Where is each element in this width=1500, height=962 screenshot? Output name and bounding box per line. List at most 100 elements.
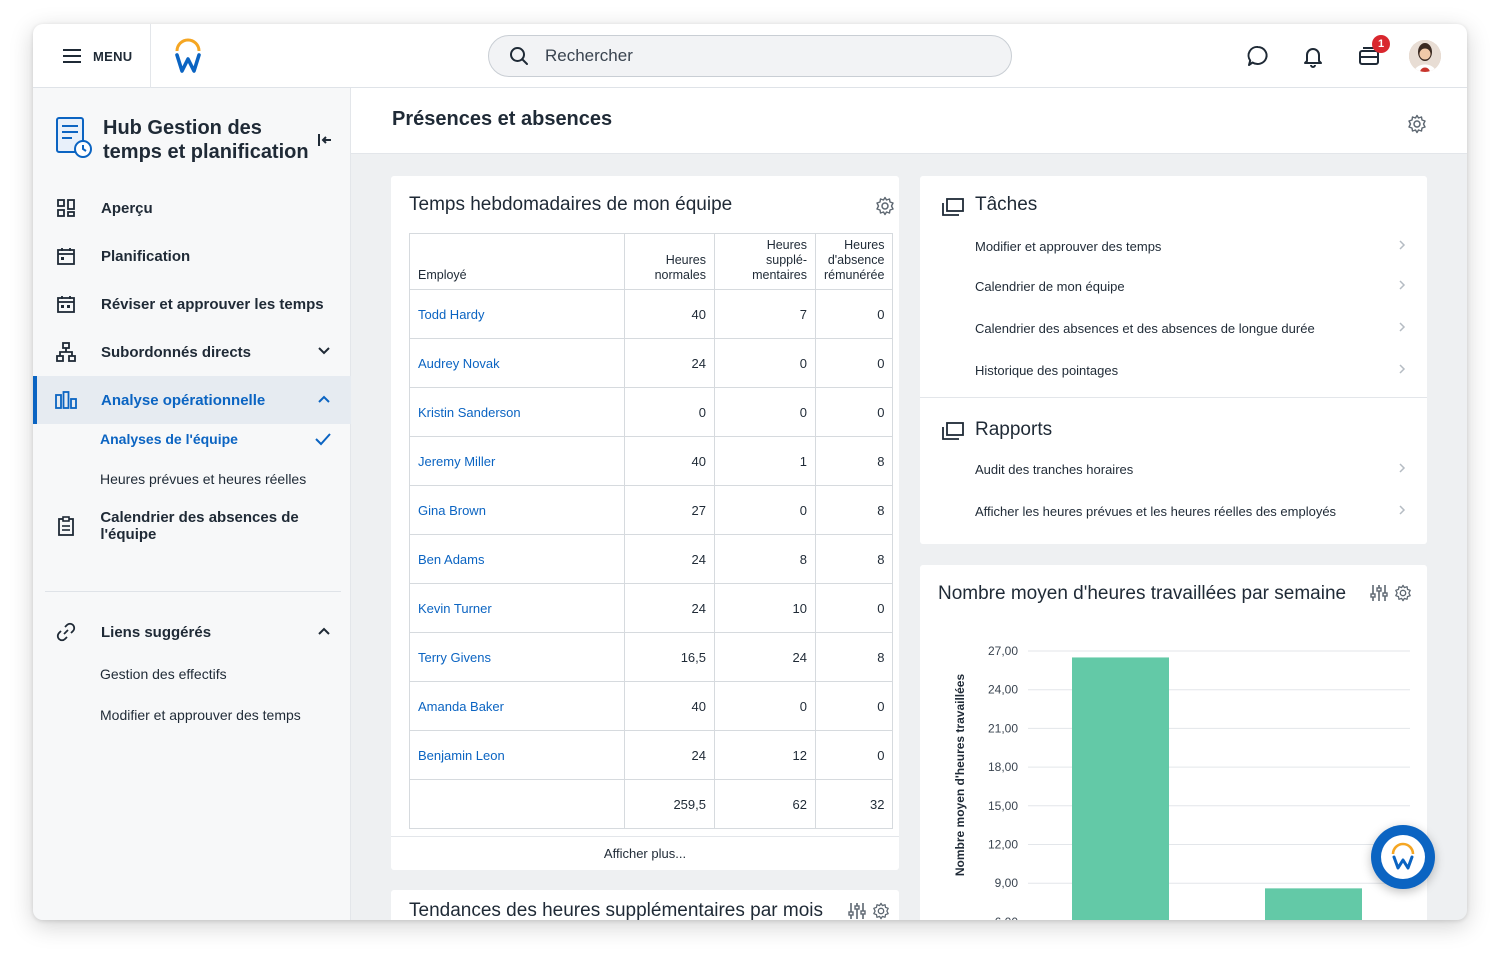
hours-cell: 8 bbox=[814, 436, 894, 486]
employee-name-link[interactable]: Kevin Turner bbox=[409, 583, 625, 633]
hours-cell: 7 bbox=[714, 289, 816, 339]
column-header[interactable]: Employé bbox=[409, 233, 625, 290]
sub-item-gestion-effectifs[interactable]: Gestion des effectifs bbox=[100, 666, 227, 682]
task-label: Historique des pointages bbox=[975, 363, 1119, 378]
table-total-row: 259,5 62 32 bbox=[409, 779, 894, 829]
sidebar-item-reviser[interactable]: Réviser et approuver les temps bbox=[33, 280, 351, 328]
hours-cell: 24 bbox=[714, 632, 816, 682]
hours-cell: 8 bbox=[814, 534, 894, 584]
avatar[interactable] bbox=[1409, 40, 1441, 72]
chevron-right-icon bbox=[1399, 364, 1406, 374]
collapse-sidebar-icon[interactable] bbox=[317, 132, 333, 148]
sidebar-item-subordonnes[interactable]: Subordonnés directs bbox=[33, 328, 351, 376]
hours-cell: 16,5 bbox=[624, 632, 715, 682]
sidebar-item-analyse[interactable]: Analyse opérationnelle bbox=[33, 376, 351, 424]
chevron-right-icon bbox=[1399, 505, 1406, 515]
hours-cell: 0 bbox=[714, 387, 816, 437]
task-item[interactable]: Calendrier des absences et des absences … bbox=[975, 321, 1415, 336]
workday-logo[interactable] bbox=[173, 38, 203, 74]
report-item[interactable]: Audit des tranches horaires bbox=[975, 462, 1415, 477]
org-chart-icon bbox=[55, 341, 77, 363]
hours-cell: 62 bbox=[714, 779, 816, 829]
chevron-right-icon bbox=[1399, 240, 1406, 250]
y-tick-label: 21,00 bbox=[988, 721, 1018, 735]
sidebar-item-liens[interactable]: Liens suggérés bbox=[33, 608, 351, 656]
employee-name-link[interactable]: Jeremy Miller bbox=[409, 436, 625, 486]
employee-name-link[interactable]: Terry Givens bbox=[409, 632, 625, 682]
card-title: Tendances des heures supplémentaires par… bbox=[409, 900, 824, 920]
employee-name-link[interactable]: Kristin Sanderson bbox=[409, 387, 625, 437]
employee-name-link[interactable]: Audrey Novak bbox=[409, 338, 625, 388]
hours-cell: 0 bbox=[714, 485, 816, 535]
hub-header: Hub Gestion des temps et planification bbox=[55, 116, 318, 164]
table-row: Amanda Baker 40 0 0 bbox=[409, 681, 894, 731]
employee-name-link[interactable]: Todd Hardy bbox=[409, 289, 625, 339]
check-icon bbox=[315, 433, 331, 446]
table-row: Benjamin Leon 24 12 0 bbox=[409, 730, 894, 780]
hours-cell: 40 bbox=[624, 681, 715, 731]
window-icon bbox=[942, 198, 964, 216]
sub-item-label: Heures prévues et heures réelles bbox=[100, 471, 307, 487]
menu-button[interactable]: MENU bbox=[33, 24, 151, 88]
tasks-title: Tâches bbox=[975, 194, 1038, 215]
card-divider bbox=[920, 397, 1427, 398]
task-item[interactable]: Historique des pointages bbox=[975, 363, 1415, 378]
gear-icon[interactable] bbox=[875, 196, 895, 216]
column-header[interactable]: Heures normales bbox=[624, 233, 715, 290]
search-bar[interactable]: Rechercher bbox=[488, 35, 1012, 77]
avg-hours-chart-card: Nombre moyen d'heures travaillées par se… bbox=[920, 565, 1427, 920]
hours-cell: 24 bbox=[624, 338, 715, 388]
chevron-up-icon bbox=[318, 627, 330, 635]
employee-name-link[interactable]: Benjamin Leon bbox=[409, 730, 625, 780]
task-item[interactable]: Modifier et approuver des temps bbox=[975, 239, 1415, 254]
total-label-cell bbox=[409, 779, 625, 829]
sidebar-item-label: Aperçu bbox=[101, 199, 153, 217]
sidebar: Hub Gestion des temps et planification A… bbox=[33, 88, 351, 920]
sub-item-heures-prevues[interactable]: Heures prévues et heures réelles bbox=[100, 471, 306, 487]
gear-icon[interactable] bbox=[872, 902, 890, 920]
hours-cell: 259,5 bbox=[624, 779, 715, 829]
task-item[interactable]: Calendrier de mon équipe bbox=[975, 279, 1415, 294]
employee-name-link[interactable]: Amanda Baker bbox=[409, 681, 625, 731]
bell-icon[interactable] bbox=[1301, 44, 1325, 68]
window-icon bbox=[942, 422, 964, 440]
grid-icon bbox=[55, 197, 77, 219]
assistant-button[interactable] bbox=[1371, 825, 1435, 889]
sidebar-item-planification[interactable]: Planification bbox=[33, 232, 351, 280]
hours-cell: 0 bbox=[624, 387, 715, 437]
gear-icon[interactable] bbox=[1407, 114, 1427, 134]
column-header[interactable]: Heures supplé-mentaires bbox=[714, 233, 816, 290]
y-tick-label: 24,00 bbox=[988, 683, 1018, 697]
sidebar-item-calendrier-absences[interactable]: Calendrier des absences de l'équipe bbox=[33, 502, 351, 550]
hours-cell: 40 bbox=[624, 436, 715, 486]
sub-item-modifier-temps[interactable]: Modifier et approuver des temps bbox=[100, 707, 301, 723]
report-label: Audit des tranches horaires bbox=[975, 462, 1134, 477]
report-item[interactable]: Afficher les heures prévues et les heure… bbox=[975, 504, 1415, 519]
sidebar-item-label: Subordonnés directs bbox=[101, 343, 252, 361]
show-more-link[interactable]: Afficher plus... bbox=[391, 836, 899, 870]
employee-hours-table: Employé Heures normales Heures supplé-me… bbox=[409, 233, 894, 829]
chart-bar bbox=[1072, 657, 1169, 920]
filter-icon[interactable] bbox=[848, 902, 866, 920]
employee-name-link[interactable]: Ben Adams bbox=[409, 534, 625, 584]
hours-cell: 24 bbox=[624, 534, 715, 584]
table-row: Terry Givens 16,5 24 8 bbox=[409, 632, 894, 682]
employee-name-link[interactable]: Gina Brown bbox=[409, 485, 625, 535]
hours-cell: 0 bbox=[814, 387, 894, 437]
hours-cell: 10 bbox=[714, 583, 816, 633]
chat-icon[interactable] bbox=[1246, 44, 1270, 68]
hamburger-icon bbox=[63, 49, 81, 63]
hours-cell: 0 bbox=[814, 681, 894, 731]
sub-item-analyses-equipe[interactable]: Analyses de l'équipe bbox=[100, 431, 238, 447]
sidebar-item-apercu[interactable]: Aperçu bbox=[33, 184, 351, 232]
sidebar-item-label: Planification bbox=[101, 247, 191, 265]
sidebar-item-label: Liens suggérés bbox=[101, 623, 212, 641]
card-title: Temps hebdomadaires de mon équipe bbox=[409, 194, 733, 215]
table-row: Gina Brown 27 0 8 bbox=[409, 485, 894, 535]
table-row: Todd Hardy 40 7 0 bbox=[409, 289, 894, 339]
hours-cell: 40 bbox=[624, 289, 715, 339]
table-body: Todd Hardy 40 7 0 Audrey Novak 24 0 0 Kristin Sa… bbox=[409, 289, 894, 829]
column-header[interactable]: Heures d'absence rémunérée bbox=[814, 233, 894, 290]
chevron-up-icon bbox=[318, 395, 330, 403]
table-row: Audrey Novak 24 0 0 bbox=[409, 338, 894, 388]
